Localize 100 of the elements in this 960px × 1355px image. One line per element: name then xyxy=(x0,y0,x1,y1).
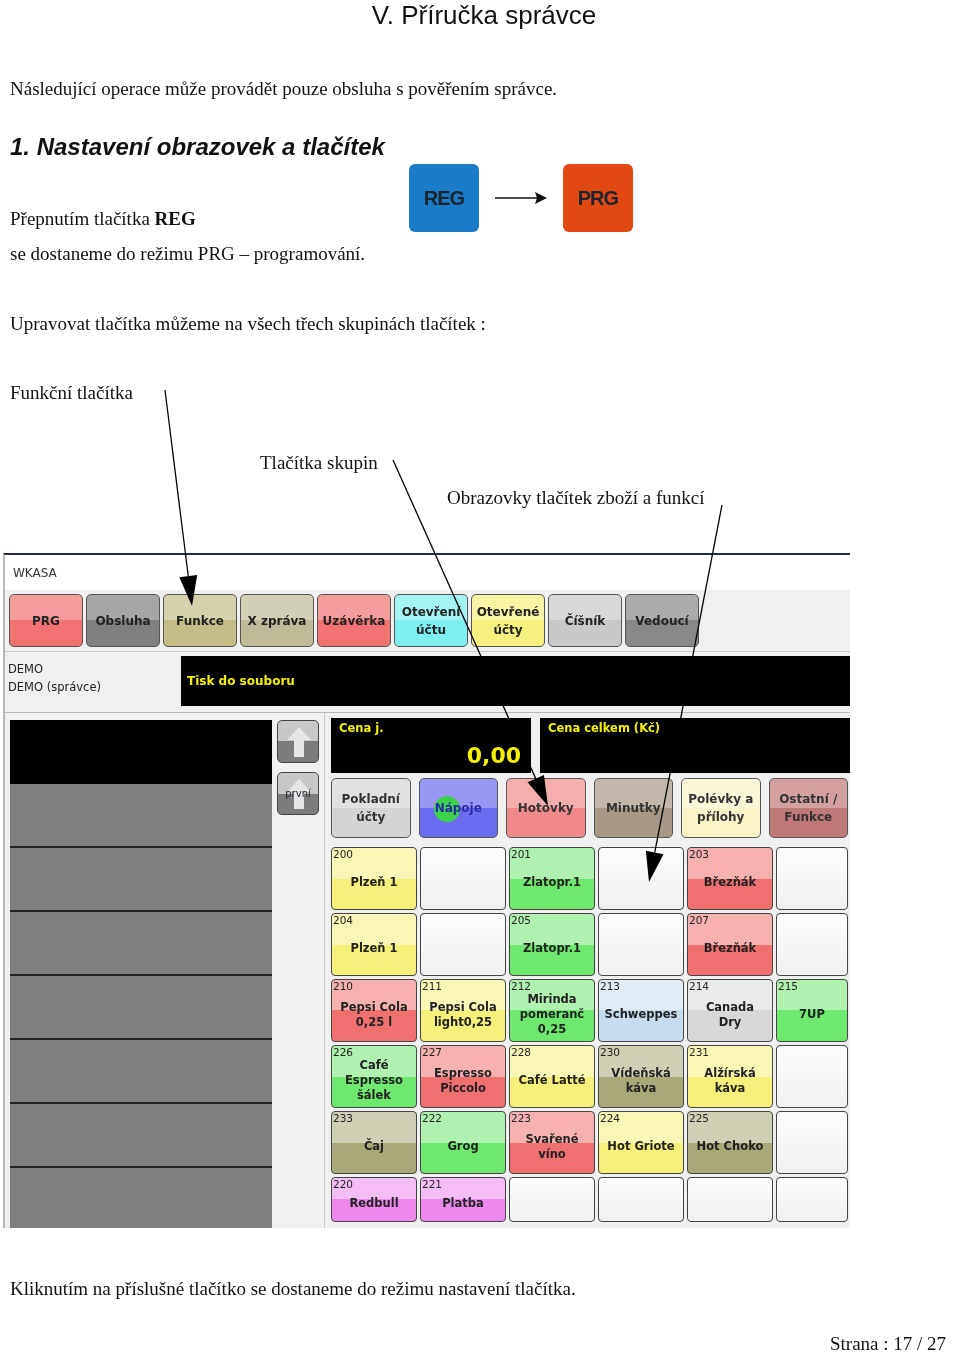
empty-button[interactable] xyxy=(420,847,506,910)
product-button[interactable]: 228 Café Latté xyxy=(509,1045,595,1108)
product-number: 225 xyxy=(688,1112,710,1124)
body-text: Přepnutím tlačítka REG xyxy=(10,208,196,230)
product-label: Vídeňská káva xyxy=(610,1064,672,1097)
price-label: Cena j. xyxy=(339,721,384,735)
body-text: se dostaneme do režimu PRG – programování. xyxy=(10,243,366,265)
product-button[interactable]: 214 Canada Dry xyxy=(687,979,773,1042)
product-label: Redbull xyxy=(348,1195,400,1212)
product-label: Platba xyxy=(441,1195,485,1212)
user-label: DEMO (správce) xyxy=(8,679,101,696)
product-number: 204 xyxy=(332,914,354,926)
product-label: Grog xyxy=(446,1138,480,1155)
group-tab[interactable]: Minutky xyxy=(593,778,673,838)
empty-button[interactable] xyxy=(776,913,848,976)
product-button[interactable]: 203 Březňák xyxy=(687,847,773,910)
product-button[interactable]: 213 Schweppes xyxy=(598,979,684,1042)
product-label: Plzeň 1 xyxy=(349,940,399,957)
product-button[interactable]: 205 Zlatopr.1 xyxy=(509,913,595,976)
product-number: 214 xyxy=(688,980,710,992)
product-label: Zlatopr.1 xyxy=(521,874,583,891)
empty-button[interactable] xyxy=(598,847,684,910)
product-button[interactable]: 225 Hot Choko xyxy=(687,1111,773,1174)
group-tab[interactable]: Hotovky xyxy=(506,778,586,838)
empty-button[interactable] xyxy=(598,913,684,976)
empty-button[interactable] xyxy=(776,847,848,910)
product-number: 227 xyxy=(421,1046,443,1058)
product-button[interactable]: 210 Pepsi Cola 0,25 l xyxy=(331,979,417,1042)
body-text: Upravovat tlačítka můžeme na všech třech skupinách tlačítek : xyxy=(10,313,486,335)
function-button[interactable]: X zpráva xyxy=(240,594,314,647)
product-button[interactable]: 215 7UP xyxy=(776,979,848,1042)
arrow-up-icon xyxy=(287,779,311,809)
product-number: 211 xyxy=(421,980,443,992)
empty-button[interactable] xyxy=(598,1177,684,1222)
body-text: Kliknutím na příslušné tlačítko se dostaneme do režimu nastavení tlačítka. xyxy=(10,1278,576,1300)
empty-button[interactable] xyxy=(776,1177,848,1222)
group-tab[interactable]: Ostatní / Funkce xyxy=(768,778,848,838)
product-label: Svařené víno xyxy=(524,1130,580,1163)
page-number: Strana : 17 / 27 xyxy=(830,1333,947,1355)
mode-badge: REG xyxy=(408,164,479,232)
empty-button[interactable] xyxy=(776,1111,848,1174)
product-number: 205 xyxy=(510,914,532,926)
product-button[interactable]: 224 Hot Griote xyxy=(598,1111,684,1174)
section-title: 1. Nastavení obrazovek a tlačítek xyxy=(10,132,385,162)
function-button[interactable]: Uzávěrka xyxy=(317,594,391,647)
product-button[interactable]: 227 Espresso Piccolo xyxy=(420,1045,506,1108)
function-button[interactable]: Číšník xyxy=(548,594,622,647)
product-number: 226 xyxy=(332,1046,354,1058)
empty-button[interactable] xyxy=(776,1045,848,1108)
product-button[interactable]: 222 Grog xyxy=(420,1111,506,1174)
product-number: 221 xyxy=(421,1178,443,1190)
product-number: 231 xyxy=(688,1046,710,1058)
product-label: Plzeň 1 xyxy=(349,874,399,891)
product-button[interactable]: 201 Zlatopr.1 xyxy=(509,847,595,910)
product-number: 213 xyxy=(599,980,621,992)
product-label: Canada Dry xyxy=(704,998,756,1031)
price-value: 0,00 xyxy=(466,743,521,769)
product-button[interactable]: 204 Plzeň 1 xyxy=(331,913,417,976)
arrow-up-icon xyxy=(287,727,311,757)
product-button[interactable]: 230 Vídeňská káva xyxy=(598,1045,684,1108)
product-label: Pepsi Cola 0,25 l xyxy=(339,998,409,1031)
product-button[interactable]: 226 Café Espresso šálek xyxy=(331,1045,417,1108)
product-button[interactable]: 212 Mirinda pomeranč 0,25 xyxy=(509,979,595,1042)
function-button[interactable]: Otevření účtu xyxy=(394,594,468,647)
product-button[interactable]: 231 Alžírská káva xyxy=(687,1045,773,1108)
empty-button[interactable] xyxy=(509,1177,595,1222)
page-heading: V. Příručka správce xyxy=(370,0,598,30)
product-number: 220 xyxy=(332,1178,354,1190)
product-number: 230 xyxy=(599,1046,621,1058)
first-button[interactable]: první xyxy=(277,772,319,815)
scroll-up-button[interactable] xyxy=(277,720,319,763)
product-number: 228 xyxy=(510,1046,532,1058)
group-tab[interactable]: Polévky a přílohy xyxy=(681,778,761,838)
product-number: 210 xyxy=(332,980,354,992)
group-tab[interactable]: Pokladní účty xyxy=(331,778,411,838)
product-label: Espresso Piccolo xyxy=(433,1064,493,1097)
product-button[interactable]: 233 Čaj xyxy=(331,1111,417,1174)
product-label: Březňák xyxy=(702,940,758,957)
product-number: 203 xyxy=(688,848,710,860)
product-number: 224 xyxy=(599,1112,621,1124)
callout-label: Obrazovky tlačítek zboží a funkcí xyxy=(447,487,705,509)
function-button[interactable]: Vedoucí xyxy=(625,594,699,647)
empty-button[interactable] xyxy=(687,1177,773,1222)
product-button[interactable]: 211 Pepsi Cola light0,25 xyxy=(420,979,506,1042)
product-button[interactable]: 223 Svařené víno xyxy=(509,1111,595,1174)
product-button[interactable]: 207 Březňák xyxy=(687,913,773,976)
product-label: Pepsi Cola light0,25 xyxy=(428,998,498,1031)
product-button[interactable]: 221 Platba xyxy=(420,1177,506,1222)
product-number: 215 xyxy=(777,980,799,992)
product-number: 201 xyxy=(510,848,532,860)
product-number: 222 xyxy=(421,1112,443,1124)
function-button[interactable]: Otevřené účty xyxy=(471,594,545,647)
product-label: Alžírská káva xyxy=(703,1064,757,1097)
product-button[interactable]: 220 Redbull xyxy=(331,1177,417,1222)
mode-badge: PRG xyxy=(562,164,633,232)
empty-button[interactable] xyxy=(420,913,506,976)
product-button[interactable]: 200 Plzeň 1 xyxy=(331,847,417,910)
function-button[interactable]: PRG xyxy=(9,594,83,647)
function-button[interactable]: Obsluha xyxy=(86,594,160,647)
function-button[interactable]: Funkce xyxy=(163,594,237,647)
